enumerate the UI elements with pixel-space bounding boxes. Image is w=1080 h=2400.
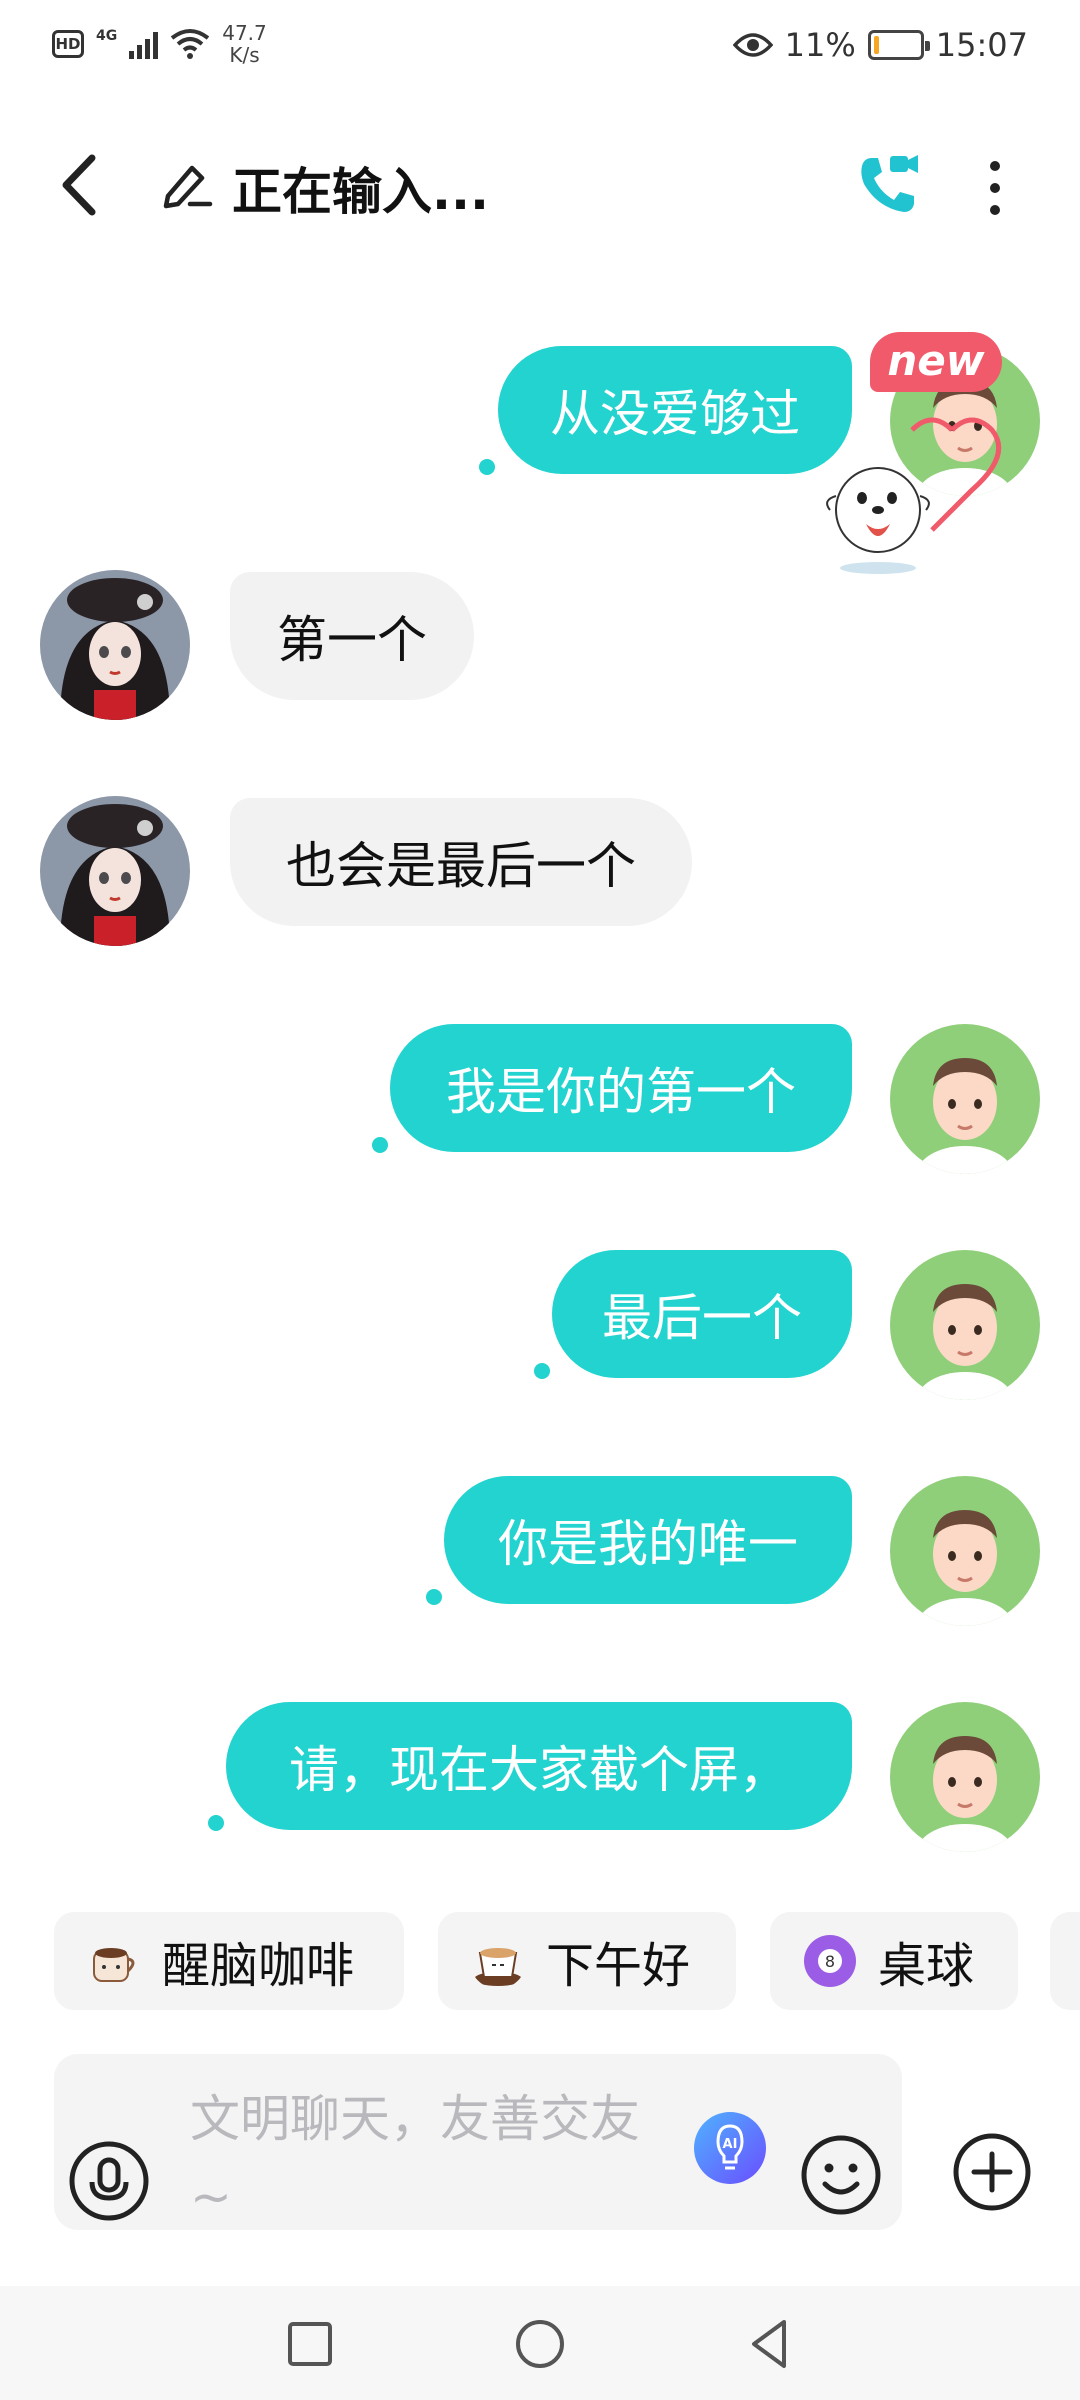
- clock: 15:07: [935, 26, 1028, 64]
- chip-coffee[interactable]: 醒脑咖啡: [54, 1912, 404, 2010]
- speed-unit: K/s: [229, 43, 260, 67]
- svg-text:AI: AI: [723, 2137, 738, 2152]
- plus-icon[interactable]: [952, 2132, 1032, 2212]
- message-bubble[interactable]: 我是你的第一个: [390, 1024, 852, 1152]
- back-arrow-icon[interactable]: [52, 150, 112, 220]
- network-type: 4G: [96, 28, 118, 44]
- signal-icon: [129, 29, 159, 59]
- emoji-icon[interactable]: [800, 2134, 882, 2216]
- status-right: 11% 15:07: [732, 26, 1028, 64]
- message-input[interactable]: 文明聊天，友善交友~: [190, 2080, 670, 2236]
- svg-text:8: 8: [825, 1952, 835, 1971]
- user-avatar[interactable]: [890, 1250, 1040, 1400]
- status-left: HD 4G 47.7 K/s: [52, 22, 267, 66]
- bubble-tail-dot: [208, 1815, 224, 1831]
- wifi-icon: [171, 29, 210, 59]
- contact-avatar[interactable]: [40, 570, 190, 720]
- page-title: 正在输入...: [232, 163, 489, 221]
- eye-comfort-icon: [732, 33, 773, 57]
- user-avatar[interactable]: [890, 1476, 1040, 1626]
- back-nav-icon[interactable]: [740, 2314, 800, 2374]
- chip-label: 下午好: [546, 1938, 691, 1994]
- coffee-cup-icon: [93, 1948, 135, 1982]
- message-bubble[interactable]: 最后一个: [552, 1250, 852, 1378]
- billiard-8-ball-icon: 8: [804, 1935, 856, 1987]
- new-badge: new: [870, 332, 1002, 392]
- battery-fill: [873, 36, 879, 54]
- chip-label: 醒脑咖啡: [162, 1938, 355, 1994]
- bubble-tail-dot: [534, 1363, 550, 1379]
- message-bubble[interactable]: 你是我的唯一: [444, 1476, 852, 1604]
- contact-avatar[interactable]: [40, 796, 190, 946]
- home-icon[interactable]: [510, 2314, 570, 2374]
- latte-icon: [474, 1948, 522, 1986]
- chip-label: 桌球: [878, 1938, 975, 1994]
- recent-apps-icon[interactable]: [280, 2314, 340, 2374]
- message-bubble[interactable]: 请，现在大家截个屏，: [226, 1702, 852, 1830]
- dog-heart-sticker-icon: [826, 417, 1002, 574]
- network-speed: 47.7 K/s: [222, 22, 267, 66]
- message-bubble[interactable]: 第一个: [230, 572, 474, 700]
- quick-reply-chips: 醒脑咖啡 下午好 8 桌球: [0, 1912, 1080, 2012]
- input-bar: 文明聊天，友善交友~ AI: [0, 2040, 1080, 2240]
- voice-icon[interactable]: [68, 2140, 150, 2222]
- chip-billiards[interactable]: 8 桌球: [770, 1912, 1018, 2010]
- more-options-icon[interactable]: [970, 156, 1020, 220]
- bubble-tail-dot: [479, 459, 495, 475]
- message-bubble[interactable]: 也会是最后一个: [230, 798, 692, 926]
- status-bar: HD 4G 47.7 K/s 11% 15:07: [0, 0, 1080, 92]
- battery-icon: [867, 30, 930, 60]
- ai-assistant-icon[interactable]: AI: [690, 2108, 770, 2188]
- speed-value: 47.7: [222, 21, 267, 45]
- chip-more[interactable]: [1050, 1912, 1080, 2010]
- user-avatar[interactable]: [890, 1702, 1040, 1852]
- pencil-icon: [163, 165, 213, 209]
- user-avatar[interactable]: [890, 1024, 1040, 1174]
- system-nav-bar: [0, 2286, 1080, 2400]
- hd-badge: HD: [52, 30, 84, 58]
- bubble-tail-dot: [372, 1137, 388, 1153]
- video-call-icon[interactable]: [852, 150, 926, 224]
- message-bubble[interactable]: 从没爱够过: [498, 346, 852, 474]
- chip-afternoon[interactable]: 下午好: [438, 1912, 736, 2010]
- chat-header: 正在输入...: [0, 130, 1080, 240]
- battery-percent: 11%: [784, 26, 856, 64]
- bubble-tail-dot: [426, 1589, 442, 1605]
